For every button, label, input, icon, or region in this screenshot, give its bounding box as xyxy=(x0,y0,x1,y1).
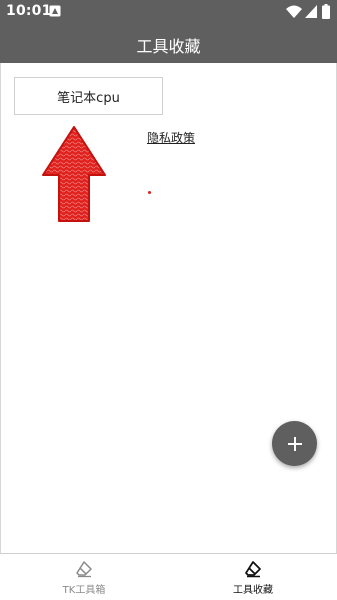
tab-label: TK工具箱 xyxy=(62,585,106,596)
add-tool-button[interactable] xyxy=(272,421,317,466)
main-content: 笔记本cpu 隐私政策 xyxy=(0,63,337,553)
tab-tool-favorites[interactable]: 工具收藏 xyxy=(169,554,337,600)
tab-tk-toolbox[interactable]: TK工具箱 xyxy=(0,554,168,600)
status-time: 10:01 xyxy=(6,3,52,19)
arrow-up-icon xyxy=(42,126,106,222)
tool-card-notebook-cpu[interactable]: 笔记本cpu xyxy=(14,77,163,115)
eraser-icon xyxy=(76,561,92,578)
signal-icon xyxy=(305,5,317,18)
status-bar: 10:01 xyxy=(0,0,337,24)
page-title: 工具收藏 xyxy=(136,37,201,56)
eraser-icon xyxy=(245,561,261,578)
battery-icon xyxy=(322,4,330,19)
wifi-icon xyxy=(286,5,302,18)
plus-icon xyxy=(287,436,302,451)
bottom-nav: TK工具箱 工具收藏 xyxy=(0,553,337,600)
privacy-policy-link[interactable]: 隐私政策 xyxy=(147,129,195,146)
app-bar: 工具收藏 xyxy=(0,24,337,63)
notification-icon xyxy=(49,5,61,17)
red-dot xyxy=(148,191,151,194)
app-screen: 10:01 工具收藏 笔记本cpu 隐私政策 TK工具箱 工具收藏 xyxy=(0,0,337,600)
tab-label: 工具收藏 xyxy=(233,585,273,596)
tool-card-label: 笔记本cpu xyxy=(57,90,120,106)
